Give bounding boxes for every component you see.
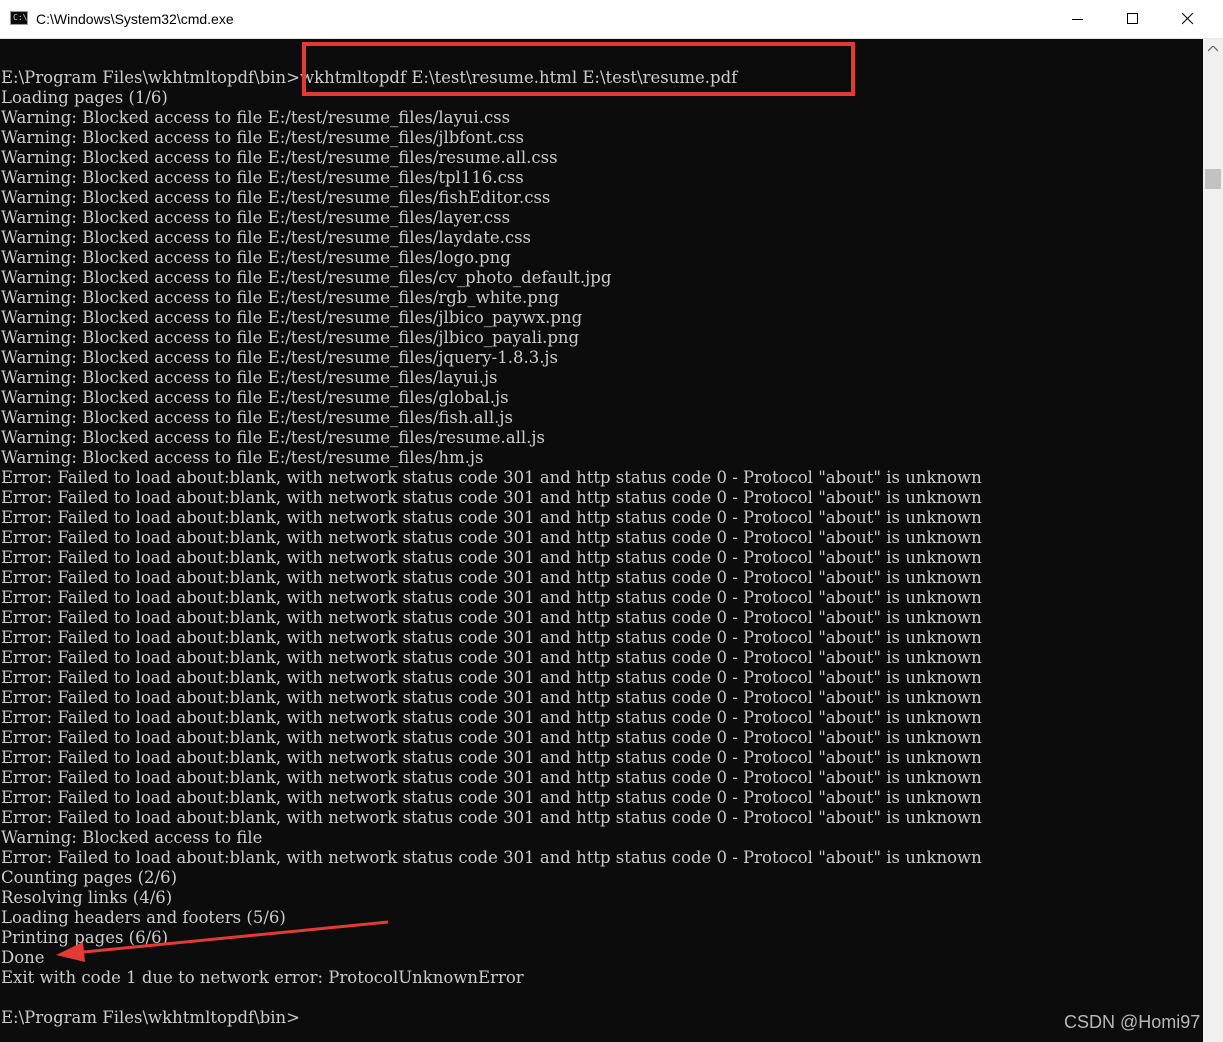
watermark: CSDN @Homi97 (1064, 1012, 1201, 1032)
annotation-arrow-icon (56, 920, 389, 962)
